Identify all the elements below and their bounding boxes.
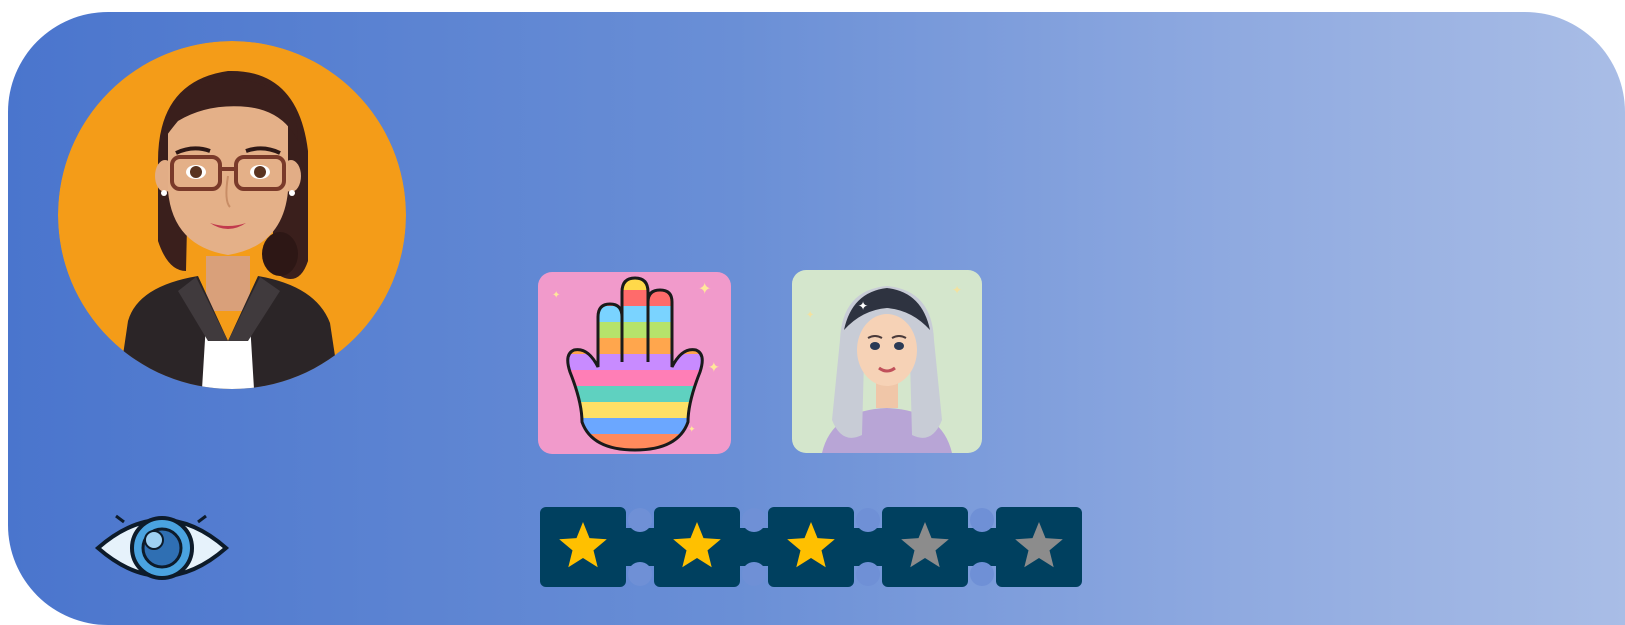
rating-connector — [738, 528, 770, 566]
svg-text:✦: ✦ — [858, 299, 868, 313]
profile-card: ✦ ✦ ✦ ✦ ✦ ✦ ✦ — [8, 12, 1625, 625]
rating-notch — [856, 508, 880, 532]
svg-text:✦: ✦ — [952, 283, 962, 297]
svg-text:✦: ✦ — [688, 425, 696, 435]
rating-notch — [970, 508, 994, 532]
rating-notch — [856, 562, 880, 586]
hamsa-hand-image-tile[interactable]: ✦ ✦ ✦ ✦ — [538, 272, 731, 454]
rating-notch — [628, 508, 652, 532]
svg-text:✦: ✦ — [708, 360, 720, 376]
rating-notch — [742, 562, 766, 586]
rating-notch — [628, 562, 652, 586]
svg-text:✦: ✦ — [806, 310, 814, 321]
rating-connector — [624, 528, 656, 566]
rating-connector — [852, 528, 884, 566]
rating-notch — [970, 562, 994, 586]
rating-notch — [742, 508, 766, 532]
eye-icon[interactable] — [94, 510, 230, 586]
svg-text:✦: ✦ — [552, 290, 560, 301]
profile-avatar[interactable] — [58, 41, 406, 389]
girl-portrait-image-tile[interactable]: ✦ ✦ ✦ — [792, 270, 982, 453]
svg-text:✦: ✦ — [698, 279, 711, 298]
rating-connector — [966, 528, 998, 566]
star-rating[interactable] — [538, 506, 1088, 588]
